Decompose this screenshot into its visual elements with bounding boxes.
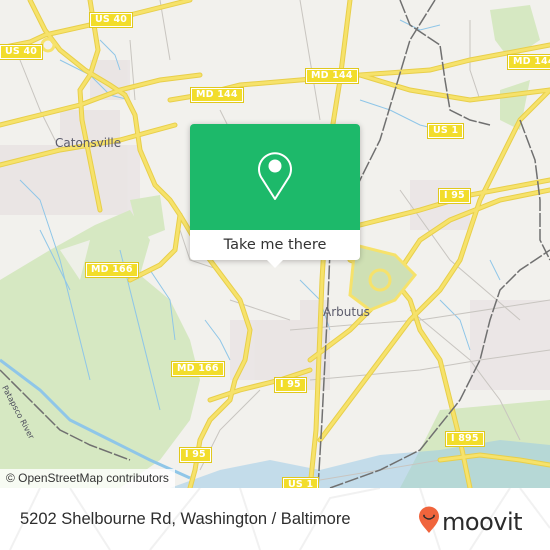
road-shield-i895: I 895 xyxy=(445,431,485,447)
road-shield-md166: MD 166 xyxy=(85,262,139,278)
place-label-arbutus: Arbutus xyxy=(323,305,370,319)
moovit-smiley-pin-icon xyxy=(418,506,440,538)
popup-pointer xyxy=(266,259,284,268)
river-water xyxy=(170,440,550,488)
popup-header xyxy=(190,124,360,230)
take-me-there-button[interactable]: Take me there xyxy=(190,230,360,260)
road-shield-md144: MD 144 xyxy=(190,87,244,103)
footer-bar: 5202 Shelbourne Rd, Washington / Baltimo… xyxy=(0,488,550,550)
place-label-catonsville: Catonsville xyxy=(55,136,122,150)
road-shield-i95: I 95 xyxy=(274,377,307,393)
map-pin-icon xyxy=(257,149,293,205)
moovit-logo[interactable]: moovit xyxy=(418,506,523,538)
road-shield-md144: MD 144 xyxy=(507,54,550,70)
road-shield-us1: US 1 xyxy=(426,123,465,139)
address-text: 5202 Shelbourne Rd, Washington / Baltimo… xyxy=(20,510,351,528)
road-shield-i95: I 95 xyxy=(438,188,471,204)
moovit-wordmark: moovit xyxy=(442,508,523,536)
road-shield-us40: US 40 xyxy=(88,12,134,28)
road-shield-i95: I 95 xyxy=(179,447,212,463)
map-attribution[interactable]: © OpenStreetMap contributors xyxy=(0,469,175,488)
road-shield-us40: US 40 xyxy=(0,44,44,60)
location-popup: Take me there xyxy=(190,124,360,268)
road-shield-us1: US 1 xyxy=(281,477,320,488)
map-view[interactable]: US 40 US 40 MD 144 MD 144 MD 144 US 1 I … xyxy=(0,0,550,488)
road-shield-md144: MD 144 xyxy=(305,68,359,84)
road-shield-md166: MD 166 xyxy=(171,361,225,377)
